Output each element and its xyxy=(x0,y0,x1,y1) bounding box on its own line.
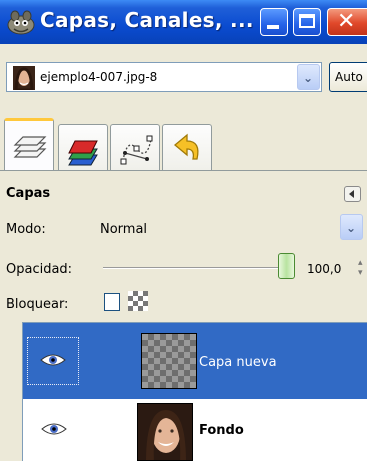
gimp-icon xyxy=(7,10,35,35)
image-selector-value: ejemplo4-007.jpg-8 xyxy=(40,70,158,84)
lock-alpha-icon[interactable] xyxy=(128,291,148,311)
layer-thumbnail-transparent[interactable] xyxy=(141,333,197,389)
chevron-down-icon: ⌄ xyxy=(303,71,314,85)
mode-dropdown-button[interactable]: ⌄ xyxy=(340,214,363,240)
panel-menu-button[interactable] xyxy=(344,186,361,202)
layers-list[interactable]: Capa nueva Fondo xyxy=(22,322,367,461)
window-title: Capas, Canales, ... xyxy=(40,8,254,32)
eye-icon[interactable] xyxy=(41,421,67,437)
dock-tabs xyxy=(0,112,367,176)
paths-icon xyxy=(120,135,153,165)
auto-button[interactable]: Auto xyxy=(329,62,367,92)
maximize-button[interactable] xyxy=(293,8,321,36)
panel-title: Capas xyxy=(6,186,51,201)
triangle-left-icon xyxy=(349,190,354,198)
mode-label: Modo: xyxy=(6,222,46,237)
tab-capas[interactable] xyxy=(4,118,54,171)
minimize-icon xyxy=(267,25,279,29)
opacity-slider-track[interactable] xyxy=(103,267,283,269)
tab-rutas[interactable] xyxy=(110,124,160,170)
channels-icon xyxy=(68,140,98,166)
maximize-icon xyxy=(299,14,315,28)
image-selector[interactable]: ejemplo4-007.jpg-8 ⌄ xyxy=(6,62,322,92)
opacity-spin-button[interactable]: ▴ ▾ xyxy=(358,258,367,280)
tab-deshacer[interactable] xyxy=(162,124,212,170)
window-titlebar[interactable]: Capas, Canales, ... ✕ xyxy=(0,0,367,44)
image-selector-dropdown-button[interactable]: ⌄ xyxy=(297,64,320,90)
undo-history-icon xyxy=(173,133,199,160)
layer-row[interactable]: Fondo xyxy=(23,399,367,461)
close-button[interactable]: ✕ xyxy=(327,8,367,36)
tab-canales[interactable] xyxy=(58,124,108,170)
layer-row[interactable]: Capa nueva xyxy=(23,323,367,399)
minimize-button[interactable] xyxy=(260,8,288,36)
layer-name[interactable]: Fondo xyxy=(199,423,244,438)
lock-pixels-checkbox[interactable] xyxy=(104,293,120,311)
chevron-down-icon: ⌄ xyxy=(346,221,357,235)
opacity-label: Opacidad: xyxy=(6,262,73,277)
lock-label: Bloquear: xyxy=(6,297,69,312)
opacity-slider-handle[interactable] xyxy=(278,253,295,279)
eye-icon xyxy=(40,354,66,366)
close-icon: ✕ xyxy=(337,9,356,34)
layers-icon xyxy=(13,136,47,158)
tabstrip-divider xyxy=(0,170,367,171)
portrait-image xyxy=(138,404,192,460)
opacity-value[interactable]: 100,0 xyxy=(307,262,341,276)
mode-select-value[interactable]: Normal xyxy=(100,222,147,237)
image-thumbnail xyxy=(13,66,35,90)
layer-name[interactable]: Capa nueva xyxy=(199,355,277,370)
layer-thumbnail-portrait[interactable] xyxy=(137,403,193,461)
visibility-toggle[interactable] xyxy=(27,337,79,385)
image-selector-row: ejemplo4-007.jpg-8 ⌄ Auto xyxy=(0,58,367,94)
